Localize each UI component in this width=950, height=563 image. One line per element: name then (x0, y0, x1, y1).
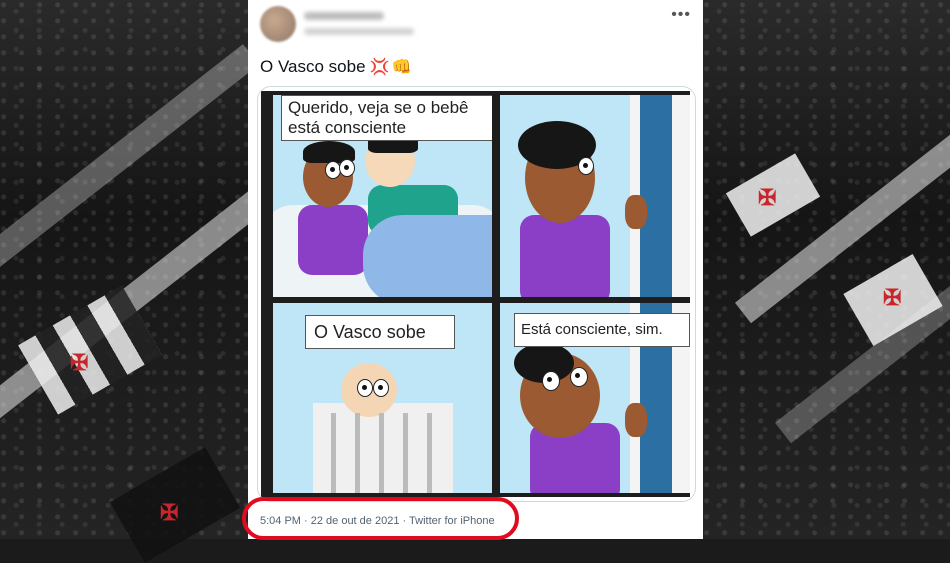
eye (570, 367, 588, 387)
panel4-caption: Está consciente, sim. (514, 313, 690, 347)
tweet-card: ••• O Vasco sobe 💢 👊 Querido, veja se o be… (248, 0, 703, 539)
crib-bar (427, 413, 432, 493)
stadium-background-left: ✠ ✠ (0, 0, 299, 563)
man-body (520, 215, 610, 297)
fist-emoji-icon: 👊 (391, 59, 412, 76)
eye (357, 379, 373, 397)
comic-panel-3: O Vasco sobe (273, 303, 492, 493)
comic-panel-2 (500, 95, 690, 297)
tweet-media[interactable]: Querido, veja se o bebê está consciente (257, 86, 696, 502)
crib-bar (379, 413, 384, 493)
crib-bar (355, 413, 360, 493)
crib-bar (331, 413, 336, 493)
anger-symbol-emoji-icon: 💢 (369, 59, 390, 76)
man-hand (625, 195, 647, 229)
panel1-caption: Querido, veja se o bebê está consciente (281, 95, 492, 141)
comic-panel-1: Querido, veja se o bebê está consciente (273, 95, 492, 297)
comic-panel-4: Está consciente, sim. (500, 303, 690, 493)
eye (373, 379, 389, 397)
avatar[interactable] (260, 6, 296, 42)
blurred-username (304, 28, 414, 35)
eye (339, 159, 355, 177)
red-highlight-circle (242, 497, 519, 540)
bg-stripe (0, 44, 259, 324)
blanket (363, 215, 492, 297)
more-horizontal-icon[interactable]: ••• (671, 6, 691, 24)
vasco-cross-icon: ✠ (883, 285, 902, 310)
eye (542, 371, 560, 391)
tweet-text-content: O Vasco sobe (260, 57, 366, 76)
tweet-text: O Vasco sobe 💢 👊 (260, 57, 411, 77)
stadium-background-right: ✠ ✠ (703, 0, 950, 539)
man-hand (625, 403, 647, 437)
eye (578, 157, 594, 175)
door (640, 95, 672, 297)
panel3-caption: O Vasco sobe (305, 315, 455, 349)
man-body (298, 205, 368, 275)
blurred-display-name (304, 12, 384, 20)
vasco-cross-icon: ✠ (758, 185, 777, 210)
vasco-cross-icon: ✠ (70, 350, 89, 375)
vasco-cross-icon: ✠ (160, 500, 179, 525)
crib-bar (403, 413, 408, 493)
comic-image: Querido, veja se o bebê está consciente (261, 91, 690, 497)
